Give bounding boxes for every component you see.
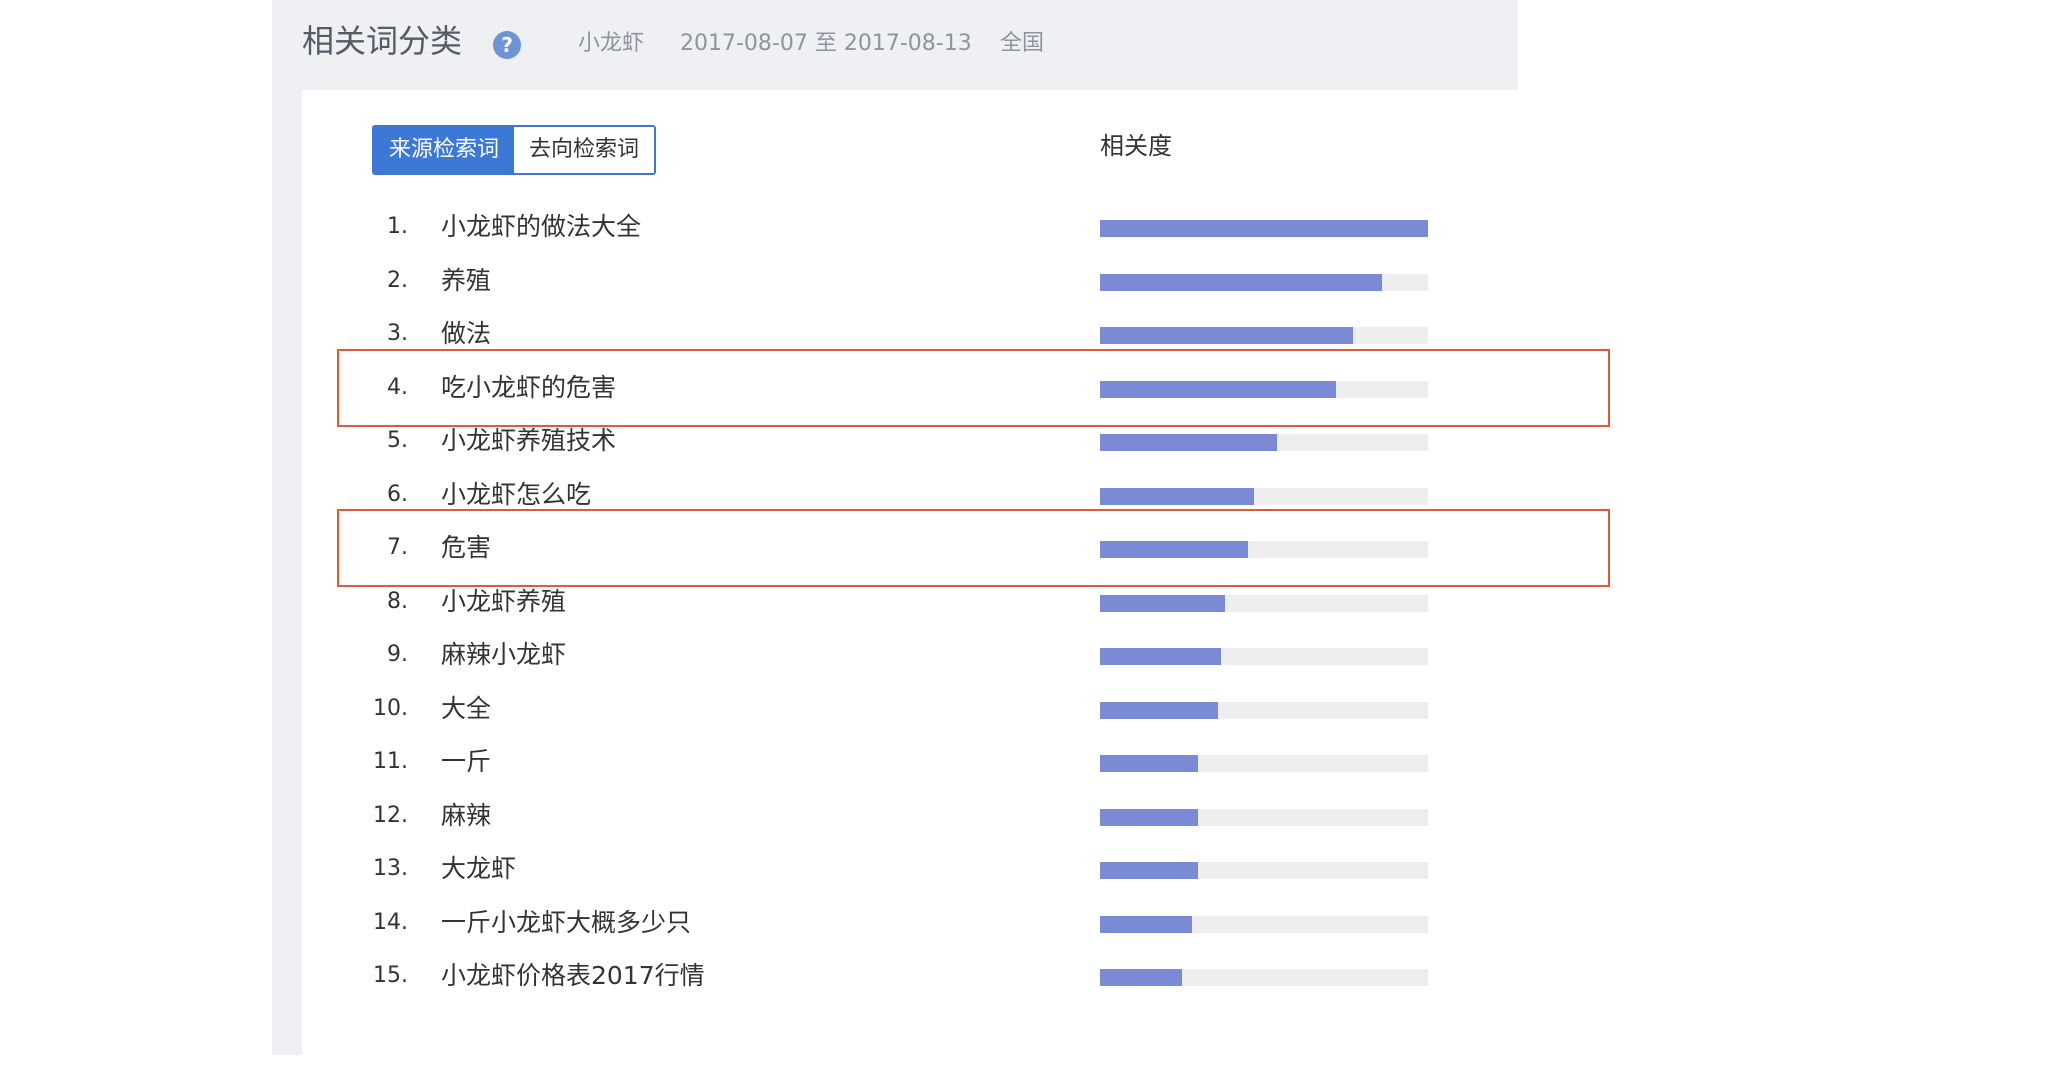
list-item[interactable]: 2. 养殖 <box>0 261 2048 301</box>
relevance-bar-fill <box>1100 594 1225 612</box>
rank-number: 10. <box>373 695 408 721</box>
related-term[interactable]: 一斤小龙虾大概多少只 <box>441 903 691 943</box>
rank-number: 14. <box>373 909 408 935</box>
rank-number: 13. <box>373 856 408 881</box>
relevance-bar-track <box>1100 701 1428 719</box>
related-term[interactable]: 小龙虾养殖 <box>441 582 566 622</box>
relevance-column-header: 相关度 <box>1100 132 1172 160</box>
related-term[interactable]: 做法 <box>441 314 491 354</box>
list-item[interactable]: 1. 小龙虾的做法大全 <box>0 207 2048 247</box>
list-item[interactable]: 3. 做法 <box>0 314 2048 354</box>
question-mark-icon[interactable]: ? <box>493 31 521 59</box>
relevance-bar-fill <box>1100 273 1382 291</box>
rank-number: 9. <box>387 642 408 667</box>
relevance-bar-track <box>1100 969 1428 986</box>
relevance-bar-fill <box>1100 755 1198 772</box>
rank-number: 11. <box>373 749 408 774</box>
relevance-bar-fill <box>1100 808 1198 826</box>
rank-number: 15. <box>373 963 408 988</box>
list-item[interactable]: 14. 一斤小龙虾大概多少只 <box>0 903 2048 943</box>
list-item[interactable]: 9. 麻辣小龙虾 <box>0 635 2048 675</box>
date-range-label: 2017-08-07 至 2017-08-13 <box>680 31 972 56</box>
relevance-bar-fill <box>1100 487 1254 505</box>
rank-number: 1. <box>387 214 408 239</box>
related-term[interactable]: 大全 <box>441 689 491 729</box>
list-item[interactable]: 10. 大全 <box>0 689 2048 729</box>
relevance-bar-track <box>1100 434 1428 451</box>
relevance-bar-fill <box>1100 327 1353 344</box>
tab-source-search-terms[interactable]: 来源检索词 <box>374 127 514 173</box>
region-label: 全国 <box>1000 31 1045 56</box>
relevance-bar-fill <box>1100 915 1192 933</box>
related-term[interactable]: 养殖 <box>441 261 491 301</box>
highlight-box <box>337 349 1610 427</box>
list-item[interactable]: 15. 小龙虾价格表2017行情 <box>0 956 2048 996</box>
rank-number: 2. <box>387 267 408 293</box>
list-item[interactable]: 13. 大龙虾 <box>0 849 2048 889</box>
list-item[interactable]: 11. 一斤 <box>0 742 2048 782</box>
rank-number: 8. <box>387 588 408 614</box>
search-direction-tabs: 来源检索词 去向检索词 <box>372 125 656 175</box>
relevance-bar-track <box>1100 755 1428 772</box>
relevance-bar-track <box>1100 273 1428 291</box>
related-term[interactable]: 麻辣小龙虾 <box>441 635 566 675</box>
relevance-bar-fill <box>1100 434 1277 451</box>
relevance-bar-fill <box>1100 969 1182 986</box>
relevance-bar-track <box>1100 808 1428 826</box>
panel-title: 相关词分类 <box>302 22 463 60</box>
relevance-bar-track <box>1100 915 1428 933</box>
list-item[interactable]: 12. 麻辣 <box>0 796 2048 836</box>
related-term[interactable]: 大龙虾 <box>441 849 516 889</box>
relevance-bar-track <box>1100 327 1428 344</box>
rank-number: 3. <box>387 321 408 346</box>
tab-destination-search-terms[interactable]: 去向检索词 <box>514 127 654 173</box>
relevance-bar-track <box>1100 648 1428 665</box>
relevance-bar-track <box>1100 220 1428 237</box>
relevance-bar-track <box>1100 594 1428 612</box>
related-term[interactable]: 小龙虾价格表2017行情 <box>441 956 705 996</box>
related-term[interactable]: 麻辣 <box>441 796 491 836</box>
list-item[interactable]: 8. 小龙虾养殖 <box>0 582 2048 622</box>
relevance-bar-fill <box>1100 862 1198 879</box>
relevance-bar-fill <box>1100 220 1428 237</box>
highlight-box <box>337 509 1610 587</box>
list-item[interactable]: 5. 小龙虾养殖技术 <box>0 421 2048 461</box>
related-term[interactable]: 小龙虾的做法大全 <box>441 207 641 247</box>
related-term[interactable]: 小龙虾养殖技术 <box>441 421 616 461</box>
relevance-bar-fill <box>1100 701 1218 719</box>
relevance-bar-fill <box>1100 648 1221 665</box>
relevance-bar-track <box>1100 862 1428 879</box>
related-term[interactable]: 一斤 <box>441 742 491 782</box>
relevance-bar-track <box>1100 487 1428 505</box>
keyword-label: 小龙虾 <box>578 31 645 56</box>
rank-number: 12. <box>373 802 408 828</box>
rank-number: 5. <box>387 428 408 453</box>
